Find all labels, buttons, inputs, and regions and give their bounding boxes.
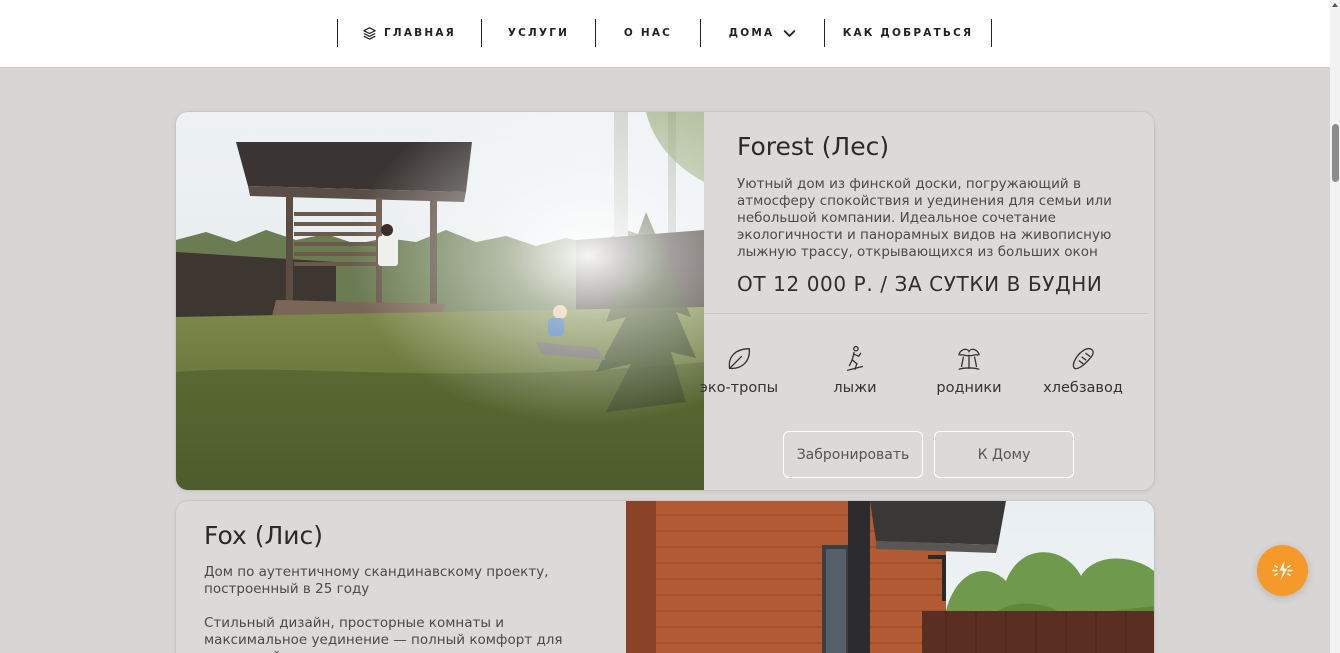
feature-skiing: лыжи: [800, 344, 910, 396]
nav-menu: ГЛАВНАЯ УСЛУГИ О НАС ДОМА КАК ДОБРАТЬСЯ: [337, 19, 992, 47]
nav-item-label: КАК ДОБРАТЬСЯ: [842, 27, 974, 39]
feature-springs: родники: [914, 344, 1024, 396]
feature-label: эко-тропы: [699, 380, 779, 396]
layers-icon: [363, 26, 376, 40]
spring-icon: [958, 348, 980, 370]
feature-label: хлебзавод: [1043, 380, 1123, 396]
book-button[interactable]: Забронировать: [783, 431, 923, 478]
scrollbar-thumb[interactable]: [1332, 124, 1339, 182]
house-card-forest: Forest (Лес) Уютный дом из финской доски…: [176, 112, 1154, 490]
top-navigation: ГЛАВНАЯ УСЛУГИ О НАС ДОМА КАК ДОБРАТЬСЯ: [0, 0, 1330, 68]
to-house-button[interactable]: К Дому: [934, 431, 1074, 478]
nav-item-about[interactable]: О НАС: [596, 19, 700, 47]
floating-action-button[interactable]: [1257, 545, 1308, 596]
house-title: Fox (Лис): [204, 521, 324, 550]
nav-item-directions[interactable]: КАК ДОБРАТЬСЯ: [825, 19, 991, 47]
description-paragraph: Дом по аутентичному скандинавскому проек…: [204, 564, 549, 597]
feature-bakery: хлебзавод: [1028, 344, 1138, 396]
chevron-down-icon: [784, 29, 796, 37]
house-card-fox: Fox (Лис) Дом по аутентичному скандинавс…: [176, 501, 1154, 653]
skier-icon: [846, 345, 864, 371]
page-scrollbar[interactable]: [1330, 0, 1340, 653]
nav-item-houses[interactable]: ДОМА: [701, 19, 824, 47]
feature-label: родники: [936, 380, 1002, 396]
nav-item-label: ДОМА: [728, 27, 775, 39]
description-paragraph: Стильный дизайн, просторные комнаты и ма…: [204, 615, 563, 653]
nav-item-services[interactable]: УСЛУГИ: [482, 19, 595, 47]
scroll-up-arrow-icon[interactable]: [1332, 2, 1338, 8]
bread-icon: [1072, 348, 1094, 370]
sparkle-icon: [1272, 560, 1293, 581]
house-photo: [626, 501, 1154, 653]
house-price: ОТ 12 000 Р. / ЗА СУТКИ В БУДНИ: [737, 272, 1103, 296]
feature-eco-trails: эко-тропы: [684, 344, 794, 396]
nav-item-home[interactable]: ГЛАВНАЯ: [338, 19, 481, 47]
house-photo-image: [176, 112, 704, 490]
nav-item-label: УСЛУГИ: [507, 27, 570, 39]
house-description: Дом по аутентичному скандинавскому проек…: [204, 564, 604, 653]
house-photo-image: [626, 501, 1154, 653]
feature-label: лыжи: [833, 380, 877, 396]
house-description: Уютный дом из финской доски, погружающий…: [737, 176, 1112, 260]
leaf-icon: [728, 348, 750, 370]
house-features: эко-тропы лыжи родники хлебзавод: [684, 344, 1146, 404]
divider: [704, 313, 1148, 314]
house-photo: [176, 112, 704, 490]
nav-divider: [991, 19, 992, 47]
house-title: Forest (Лес): [737, 132, 890, 161]
nav-item-label: ГЛАВНАЯ: [384, 27, 456, 39]
nav-item-label: О НАС: [623, 27, 673, 39]
